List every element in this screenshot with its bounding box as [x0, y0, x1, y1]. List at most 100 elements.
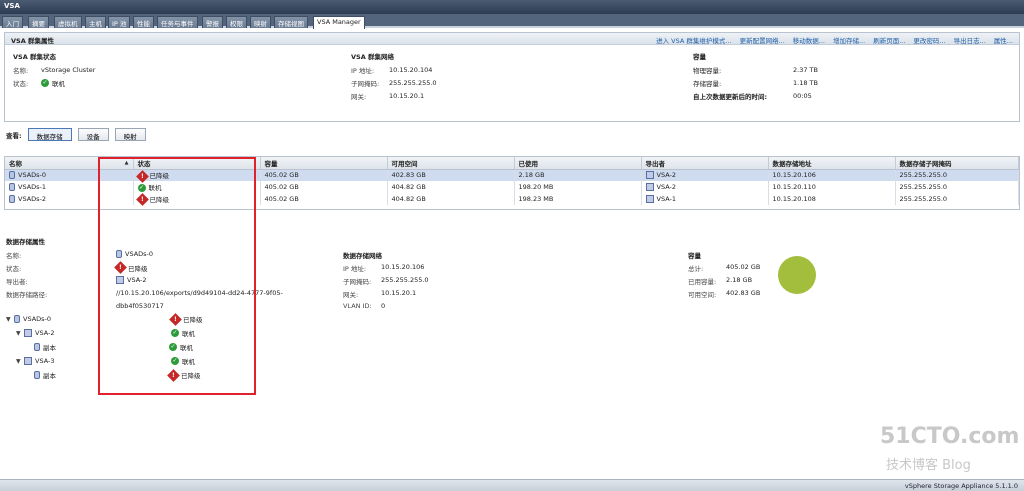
- row-name: VSADs-2: [18, 195, 47, 203]
- map-view-button[interactable]: 映射: [114, 128, 146, 141]
- appliance-icon: [24, 329, 32, 337]
- link-move-data[interactable]: 移动数据...: [793, 35, 825, 45]
- action-links: 进入 VSA 群集维护模式... 更新配置网络... 移动数据... 增加存储.…: [656, 35, 1013, 45]
- col-capacity[interactable]: 容量: [260, 157, 388, 170]
- expand-icon[interactable]: ▼: [16, 358, 24, 365]
- tab-permissions[interactable]: 权限: [226, 16, 247, 28]
- tab-performance[interactable]: 性能: [133, 16, 154, 28]
- replica-icon: [34, 371, 40, 379]
- status-bar: vSphere Storage Appliance 5.1.1.0: [0, 479, 1024, 491]
- state-label: 状态:: [13, 80, 29, 88]
- storage-capacity: 1.18 TB: [793, 79, 818, 87]
- row-exporter: VSA-2: [656, 183, 676, 191]
- appliance-icon: [24, 357, 32, 365]
- link-export-logs[interactable]: 导出日志...: [954, 35, 986, 45]
- prop-mask-label: 子网掩码:: [343, 278, 372, 286]
- prop-vlan-label: VLAN ID:: [343, 302, 372, 310]
- tab-hosts[interactable]: 主机: [85, 16, 106, 28]
- tab-ip-pools[interactable]: IP 池: [108, 16, 131, 28]
- col-name[interactable]: 名称: [5, 157, 100, 170]
- appliance-icon: [645, 195, 654, 203]
- row-mask: 255.255.255.0: [895, 193, 1019, 205]
- col-mask[interactable]: 数据存储子网掩码: [895, 157, 1019, 170]
- prop-ip: 10.15.20.106: [381, 263, 425, 271]
- prop-cap-header: 容量: [688, 252, 701, 260]
- row-free: 404.82 GB: [387, 181, 515, 193]
- capacity-pie-chart: [778, 256, 816, 294]
- cluster-status-header: VSA 群集状态: [13, 53, 57, 61]
- row-used: 198.20 MB: [514, 181, 642, 193]
- link-refresh[interactable]: 刷新页面...: [873, 35, 905, 45]
- watermark-sub: 技术博客 Blog: [886, 458, 971, 473]
- col-free[interactable]: 可用空间: [387, 157, 515, 170]
- tab-storage-views[interactable]: 存储视图: [274, 16, 308, 28]
- col-used[interactable]: 已使用: [514, 157, 642, 170]
- cluster-mask: 255.255.255.0: [389, 79, 437, 87]
- prop-ip-label: IP 地址:: [343, 265, 367, 273]
- row-exporter: VSA-2: [656, 171, 676, 180]
- window-title: VSA: [0, 0, 1024, 14]
- cluster-status-section: VSA 群集状态 名称: vStorage Cluster 状态: ✓ 联机: [13, 51, 95, 91]
- cluster-ip: 10.15.20.104: [389, 66, 433, 74]
- prop-net-header: 数据存储网络: [343, 252, 382, 260]
- link-properties[interactable]: 属性...: [994, 35, 1013, 45]
- physical-capacity-label: 物理容量:: [693, 67, 722, 75]
- col-exporter[interactable]: 导出者: [641, 157, 769, 170]
- ip-label: IP 地址:: [351, 67, 375, 75]
- tab-vms[interactable]: 虚拟机: [54, 16, 82, 28]
- row-name: VSADs-0: [18, 171, 47, 180]
- check-icon: ✓: [41, 79, 49, 87]
- datastore-icon: [9, 171, 15, 180]
- cluster-name: vStorage Cluster: [41, 66, 96, 74]
- cluster-state: 联机: [52, 80, 65, 88]
- tab-vsa-manager[interactable]: VSA Manager: [313, 16, 365, 29]
- properties-capacity: 容量 总计: 405.02 GB 已用容量: 2.18 GB 可用空间: 402.83…: [688, 250, 760, 302]
- row-capacity: 405.02 GB: [260, 181, 388, 193]
- row-address: 10.15.20.106: [768, 169, 896, 181]
- gateway-label: 网关:: [351, 93, 367, 101]
- tab-bar: 入门 摘要 虚拟机 主机 IP 池 性能 任务与事件 警报 权限 映射 存储视图…: [0, 14, 1024, 29]
- link-maintenance-mode[interactable]: 进入 VSA 群集维护模式...: [656, 35, 731, 45]
- appliance-icon: [645, 183, 654, 191]
- datastores-view-button[interactable]: 数据存储: [27, 128, 72, 141]
- view-bar: 查看: 数据存储 设备 映射: [6, 128, 146, 141]
- prop-free: 402.83 GB: [726, 289, 761, 297]
- link-increase-storage[interactable]: 增加存储...: [833, 35, 865, 45]
- storage-capacity-label: 存储容量:: [693, 80, 722, 88]
- prop-total: 405.02 GB: [726, 263, 761, 271]
- link-change-password[interactable]: 更改密码...: [913, 35, 945, 45]
- row-free: 402.83 GB: [387, 169, 515, 181]
- tab-maps[interactable]: 映射: [250, 16, 271, 28]
- col-address[interactable]: 数据存储地址: [768, 157, 896, 170]
- tab-alarms[interactable]: 警报: [202, 16, 223, 28]
- link-reconfigure-network[interactable]: 更新配置网络...: [740, 35, 785, 45]
- tab-tasks-events[interactable]: 任务与事件: [157, 16, 198, 28]
- row-address: 10.15.20.108: [768, 193, 896, 205]
- physical-capacity: 2.37 TB: [793, 66, 818, 74]
- properties-network: 数据存储网络 IP 地址: 10.15.20.106 子网掩码: 255.255.2…: [343, 250, 429, 313]
- prop-used-label: 已用容量:: [688, 278, 717, 286]
- prop-used: 2.18 GB: [726, 276, 753, 284]
- row-address: 10.15.20.110: [768, 181, 896, 193]
- row-free: 404.82 GB: [387, 193, 515, 205]
- datastore-icon: [9, 195, 15, 203]
- appliances-view-button[interactable]: 设备: [77, 128, 109, 141]
- row-name: VSADs-1: [18, 183, 47, 191]
- cluster-capacity-header: 容量: [693, 53, 706, 61]
- highlight-annotation: [98, 157, 256, 395]
- tab-getting-started[interactable]: 入门: [2, 16, 23, 28]
- row-capacity: 405.02 GB: [260, 193, 388, 205]
- cluster-network-section: VSA 群集网络 IP 地址: 10.15.20.104 子网掩码: 255.255…: [351, 51, 437, 104]
- row-capacity: 405.02 GB: [260, 169, 388, 181]
- watermark: 51CTO.com: [880, 424, 1020, 449]
- cluster-gateway: 10.15.20.1: [389, 92, 425, 100]
- expand-icon[interactable]: ▼: [16, 330, 24, 337]
- expand-icon[interactable]: ▼: [6, 316, 14, 323]
- row-mask: 255.255.255.0: [895, 169, 1019, 181]
- prop-mask: 255.255.255.0: [381, 276, 429, 284]
- tab-summary[interactable]: 摘要: [28, 16, 49, 28]
- prop-gw: 10.15.20.1: [381, 289, 417, 297]
- datastore-icon: [9, 183, 15, 191]
- name-label: 名称:: [13, 67, 29, 75]
- prop-free-label: 可用空间:: [688, 291, 717, 299]
